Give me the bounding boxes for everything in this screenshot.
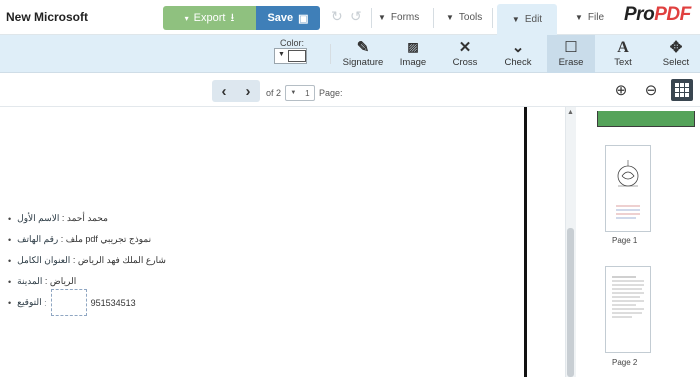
form-row: • ﺭﻗﻢ ﺍﻟﻬﺎﺗﻒ : ﻣﻠﻒ pdf ﻧﻤﻮﺫﺝ ﺗﺠﺮﻳﺒﻲ: [8, 234, 152, 245]
thumbnail-grid-icon[interactable]: [671, 79, 693, 101]
check-tool-label: Check: [504, 57, 532, 68]
page-label: Page:: [319, 88, 343, 98]
signature-box[interactable]: [50, 289, 87, 316]
image-tool-label: Image: [399, 57, 427, 68]
chevron-down-icon: ▼: [278, 51, 285, 58]
menu-edit[interactable]: ▼ Edit: [497, 4, 557, 35]
zoom-in-icon[interactable]: ⊕: [610, 80, 632, 100]
chevron-down-icon: ▼: [575, 13, 583, 22]
color-swatch: [288, 50, 306, 62]
pdf-editor-app: New Microsoft ▾ Export ⭳ Save ▣ ↻ ↺ ▼ Fo…: [0, 0, 700, 377]
chevron-down-icon: ▼: [446, 13, 454, 22]
color-label: Color:: [280, 38, 305, 48]
page-nav-bar: [0, 73, 700, 107]
field-value[interactable]: : ﻣﻠﻒ pdf ﻧﻤﻮﺫﺝ ﺗﺠﺮﻳﺒﻲ: [61, 234, 151, 245]
cross-tool[interactable]: ✕ Cross: [441, 35, 489, 73]
field-label: ﺍﻟﻌﻨﻮﺍﻥ ﺍﻟﻜﺎﻣﻞ: [17, 255, 71, 265]
divider: [371, 8, 372, 28]
check-icon: ⌄: [511, 39, 525, 56]
form-row: • ﺍﻟﺘﻮﻗﻴﻊ : 951534513: [8, 289, 166, 316]
field-value[interactable]: 951534513: [91, 298, 136, 308]
save-label: Save: [267, 12, 294, 24]
page-total: of 2: [266, 88, 282, 98]
logo-part-pro: Pro: [624, 4, 655, 25]
chevron-right-icon: ›: [245, 82, 251, 100]
move-icon: ✥: [669, 39, 683, 56]
document-title: New Microsoft: [6, 10, 89, 24]
save-button[interactable]: Save ▣: [256, 6, 320, 30]
cross-icon: ✕: [458, 39, 472, 56]
page-edge: [524, 107, 527, 377]
next-page-button[interactable]: ‹: [212, 80, 236, 102]
field-value[interactable]: : ﺍﻟﺮﻳﺎﺽ: [45, 276, 76, 287]
field-label: ﺍﻟﺎﺳﻢ ﺍﻟﺄﻭﻝ: [17, 213, 60, 223]
divider: [433, 8, 434, 28]
prev-page-button[interactable]: ›: [236, 80, 260, 102]
erase-tool[interactable]: ☐ Erase: [547, 35, 595, 73]
text-icon: A: [617, 39, 629, 56]
menu-forms[interactable]: ▼ Forms: [378, 0, 419, 35]
page-select-value: 1: [305, 88, 310, 98]
menu-tools[interactable]: ▼ Tools: [446, 0, 482, 35]
thumbnail-label: Page 2: [612, 358, 638, 367]
text-tool[interactable]: A Text: [599, 35, 647, 73]
page-2-preview: [612, 276, 644, 318]
form-row: • ﺍﻟﺎﺳﻢ ﺍﻟﺄﻭﻝ : ﻣﺤﻤﺪ ﺃﺣﻤﺪ: [8, 213, 108, 224]
menu-file[interactable]: ▼ File: [575, 0, 604, 35]
signature-tool[interactable]: ✎ Signature: [339, 35, 387, 73]
form-row: • ﺍﻟﻌﻨﻮﺍﻥ ﺍﻟﻜﺎﻣﻞ : ﺷﺎﺭﻉ ﺍﻟﻤﻠﻚ ﻓﻬﺪ ﺍﻟﺮﻳﺎﺽ: [8, 255, 166, 266]
signature-icon: ✎: [356, 39, 370, 56]
field-value[interactable]: : ﺷﺎﺭﻉ ﺍﻟﻤﻠﻚ ﻓﻬﺪ ﺍﻟﺮﻳﺎﺽ: [73, 255, 166, 266]
undo-icon[interactable]: ↻: [331, 8, 343, 25]
color-picker[interactable]: ▼: [274, 48, 307, 64]
menu-forms-label: Forms: [390, 12, 420, 23]
field-value[interactable]: : ﻣﺤﻤﺪ ﺃﺣﻤﺪ: [62, 213, 108, 224]
export-label: Export: [193, 12, 226, 24]
chevron-left-icon: ‹: [221, 82, 227, 100]
page-thumbnail-1[interactable]: [605, 145, 651, 232]
current-page-thumbnail[interactable]: [597, 111, 695, 127]
text-tool-label: Text: [614, 57, 632, 68]
page-indicator: of 2 ▼ 1 Page:: [266, 85, 343, 101]
image-tool[interactable]: ▨ Image: [389, 35, 437, 73]
scrollbar-thumb[interactable]: [567, 228, 574, 377]
signature-tool-label: Signature: [342, 57, 384, 68]
menu-tools-label: Tools: [458, 12, 483, 23]
page-1-preview: [616, 160, 640, 219]
chevron-down-icon: ▼: [378, 13, 386, 22]
field-label: ﺭﻗﻢ ﺍﻟﻬﺎﺗﻒ: [17, 234, 59, 244]
scroll-up-icon[interactable]: ▲: [567, 109, 574, 116]
zoom-out-icon[interactable]: ⊖: [640, 80, 662, 100]
form-fields: • ﺍﻟﺎﺳﻢ ﺍﻟﺄﻭﻝ : ﻣﺤﻤﺪ ﺃﺣﻤﺪ • ﺭﻗﻢ ﺍﻟﻬﺎﺗﻒ :…: [8, 208, 166, 316]
page-thumbnail-2[interactable]: [605, 266, 651, 353]
select-tool-label: Select: [662, 57, 690, 68]
erase-tool-label: Erase: [558, 57, 584, 68]
app-logo: ProPDF: [624, 4, 691, 26]
export-button[interactable]: ▾ Export ⭳: [163, 6, 256, 30]
floppy-icon: ▣: [298, 12, 309, 25]
page-select[interactable]: ▼ 1: [285, 85, 316, 101]
form-row: • ﺍﻟﻤﺪﻳﻨﺔ : ﺍﻟﺮﻳﺎﺽ: [8, 276, 77, 287]
check-tool[interactable]: ⌄ Check: [494, 35, 542, 73]
redo-icon[interactable]: ↺: [350, 8, 362, 25]
logo-part-pdf: PDF: [654, 4, 691, 25]
chevron-down-icon: ▾: [184, 13, 189, 23]
divider: [330, 44, 331, 64]
select-tool[interactable]: ✥ Select: [652, 35, 700, 73]
menu-edit-label: Edit: [524, 14, 543, 25]
chevron-down-icon: ▼: [511, 15, 520, 24]
field-label: ﺍﻟﻤﺪﻳﻨﺔ: [17, 276, 43, 286]
divider: [492, 8, 493, 28]
cross-tool-label: Cross: [452, 57, 478, 68]
field-label: ﺍﻟﺘﻮﻗﻴﻊ: [17, 297, 42, 307]
image-icon: ▨: [407, 40, 419, 54]
download-icon: ⭳: [230, 11, 235, 24]
chevron-down-icon: ▼: [290, 90, 297, 96]
menu-file-label: File: [587, 12, 605, 23]
thumbnail-label: Page 1: [612, 236, 638, 245]
erase-icon: ☐: [564, 39, 578, 56]
